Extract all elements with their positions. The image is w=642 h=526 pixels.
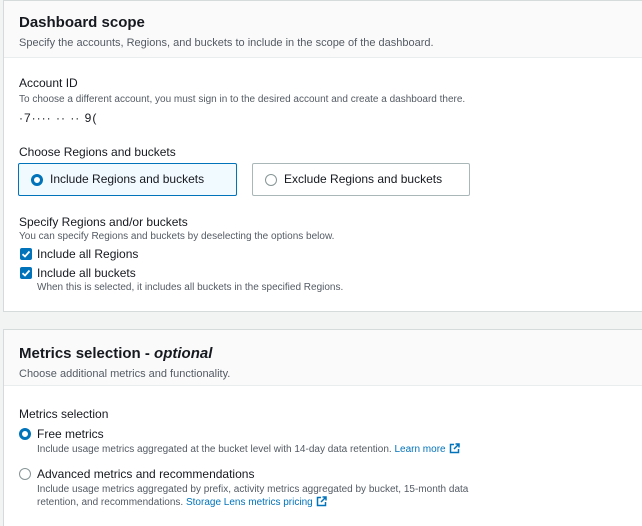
dashboard-scope-header: Dashboard scope Specify the accounts, Re…: [4, 1, 642, 58]
external-link-icon[interactable]: [449, 443, 460, 454]
exclude-regions-label: Exclude Regions and buckets: [284, 172, 443, 186]
free-metrics-description-text: Include usage metrics aggregated at the …: [37, 444, 392, 455]
dashboard-scope-description: Specify the accounts, Regions, and bucke…: [19, 37, 434, 49]
checkmark-icon: [21, 250, 31, 258]
external-link-icon[interactable]: [316, 496, 327, 507]
include-all-buckets-checkbox[interactable]: [20, 267, 32, 279]
advanced-metrics-radio[interactable]: [19, 468, 31, 480]
specify-regions-label: Specify Regions and/or buckets: [19, 215, 188, 229]
specify-regions-description: You can specify Regions and buckets by d…: [19, 231, 335, 242]
checkmark-icon: [21, 269, 31, 277]
metrics-selection-panel: Metrics selection - optional Choose addi…: [3, 329, 642, 526]
free-metrics-radio[interactable]: [19, 428, 31, 440]
include-all-buckets-label[interactable]: Include all buckets: [37, 266, 136, 281]
dashboard-scope-title: Dashboard scope: [19, 14, 145, 31]
metrics-selection-header: Metrics selection - optional Choose addi…: [4, 330, 642, 386]
regions-buckets-label: Choose Regions and buckets: [19, 145, 176, 159]
include-regions-label: Include Regions and buckets: [50, 172, 205, 186]
advanced-metrics-description-2: retention, and recommendations. Storage …: [37, 496, 327, 509]
free-metrics-label[interactable]: Free metrics: [37, 427, 104, 442]
metrics-selection-description: Choose additional metrics and functional…: [19, 368, 231, 380]
metrics-group-label: Metrics selection: [19, 407, 109, 421]
account-id-label: Account ID: [19, 76, 78, 90]
learn-more-link[interactable]: Learn more: [394, 444, 445, 455]
radio-selected-icon[interactable]: [31, 174, 43, 186]
account-id-value: ·7···· ·· ·· 9(: [19, 111, 98, 125]
advanced-metrics-description-text: retention, and recommendations.: [37, 497, 184, 508]
dashboard-scope-panel: Dashboard scope Specify the accounts, Re…: [3, 0, 642, 312]
free-metrics-description: Include usage metrics aggregated at the …: [37, 443, 460, 456]
advanced-metrics-description-1: Include usage metrics aggregated by pref…: [37, 484, 469, 495]
metrics-selection-title: Metrics selection - optional: [19, 344, 627, 364]
metrics-title-text: Metrics selection -: [19, 345, 155, 362]
advanced-metrics-label[interactable]: Advanced metrics and recommendations: [37, 467, 254, 482]
metrics-title-optional: optional: [154, 345, 213, 362]
include-regions-tile[interactable]: Include Regions and buckets: [18, 163, 237, 196]
include-all-regions-label[interactable]: Include all Regions: [37, 247, 138, 262]
radio-unselected-icon[interactable]: [265, 174, 277, 186]
include-all-buckets-description: When this is selected, it includes all b…: [37, 282, 344, 293]
exclude-regions-tile[interactable]: Exclude Regions and buckets: [252, 163, 470, 196]
account-id-description: To choose a different account, you must …: [19, 94, 466, 105]
storage-lens-pricing-link[interactable]: Storage Lens metrics pricing: [186, 497, 313, 508]
include-all-regions-checkbox[interactable]: [20, 248, 32, 260]
